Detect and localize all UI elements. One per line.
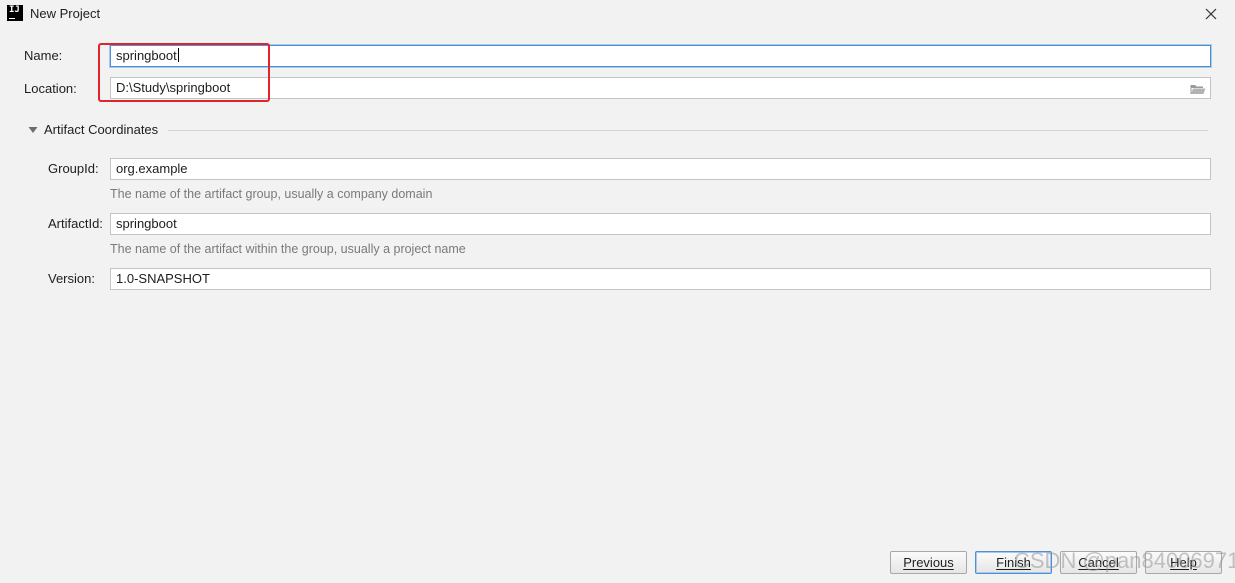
help-button[interactable]: Help <box>1145 551 1222 574</box>
artifactid-hint: The name of the artifact within the grou… <box>110 242 466 256</box>
folder-open-icon[interactable] <box>1190 83 1206 95</box>
groupid-hint: The name of the artifact group, usually … <box>110 187 433 201</box>
section-divider <box>168 130 1208 131</box>
artifactid-field[interactable]: springboot <box>110 213 1211 235</box>
name-field[interactable]: springboot <box>110 45 1211 67</box>
groupid-label: GroupId: <box>48 161 99 176</box>
artifact-coordinates-section-title[interactable]: Artifact Coordinates <box>44 122 158 137</box>
name-label: Name: <box>24 48 63 63</box>
artifactid-label: ArtifactId: <box>48 216 103 231</box>
triangle-down-icon[interactable] <box>28 126 38 134</box>
title-bar: IJ New Project <box>0 0 1235 28</box>
groupid-field-value: org.example <box>116 161 188 176</box>
cancel-button[interactable]: Cancel <box>1060 551 1137 574</box>
location-label: Location: <box>24 81 77 96</box>
window-title: New Project <box>30 6 101 21</box>
version-label: Version: <box>48 271 95 286</box>
location-field-value: D:\Study\springboot <box>116 80 231 95</box>
close-icon[interactable] <box>1201 4 1221 24</box>
text-caret <box>177 48 179 62</box>
groupid-field[interactable]: org.example <box>110 158 1211 180</box>
version-field[interactable]: 1.0-SNAPSHOT <box>110 268 1211 290</box>
intellij-idea-icon: IJ <box>7 5 23 21</box>
location-field[interactable]: D:\Study\springboot <box>110 77 1211 99</box>
artifactid-field-value: springboot <box>116 216 177 231</box>
name-field-value: springboot <box>116 48 177 63</box>
version-field-value: 1.0-SNAPSHOT <box>116 271 210 286</box>
finish-button[interactable]: Finish <box>975 551 1052 574</box>
previous-button[interactable]: Previous <box>890 551 967 574</box>
